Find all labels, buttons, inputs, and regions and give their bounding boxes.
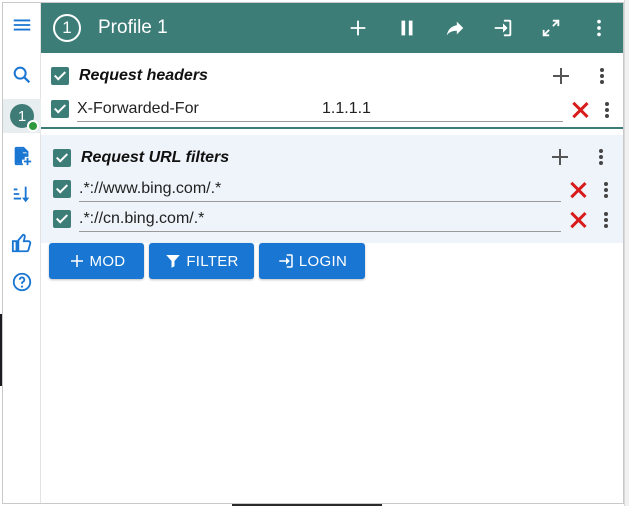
header-row[interactable]: X-Forwarded-For 1.1.1.1 xyxy=(77,98,563,122)
filter-row-checkbox[interactable] xyxy=(53,210,71,228)
help-icon[interactable] xyxy=(8,268,36,296)
filter-row[interactable]: .*://www.bing.com/.* xyxy=(79,178,561,202)
header-value-input[interactable]: 1.1.1.1 xyxy=(322,98,371,120)
profile-selector[interactable]: 1 xyxy=(3,99,41,133)
add-filter-button[interactable]: FILTER xyxy=(149,243,254,279)
delete-filter-close-icon[interactable] xyxy=(569,181,587,199)
add-mod-button[interactable]: MOD xyxy=(49,243,144,279)
filter-url-input[interactable]: .*://cn.bing.com/.* xyxy=(79,208,204,230)
request-headers-checkbox[interactable] xyxy=(51,67,69,85)
request-headers-title: Request headers xyxy=(79,67,208,84)
profile-icon: 1 xyxy=(10,104,39,132)
add-login-label: LOGIN xyxy=(298,252,348,270)
background-scroll-edge xyxy=(624,0,629,506)
add-login-button[interactable]: LOGIN xyxy=(259,243,365,279)
filter-row-checkbox[interactable] xyxy=(53,180,71,198)
request-headers-more-icon[interactable] xyxy=(597,66,607,86)
plus-icon[interactable] xyxy=(346,16,370,40)
login-icon xyxy=(279,254,293,268)
fullscreen-icon[interactable] xyxy=(539,16,563,40)
login-icon[interactable] xyxy=(491,16,515,40)
header-name-input[interactable]: X-Forwarded-For xyxy=(77,98,199,120)
profile-number: 1 xyxy=(17,107,27,125)
thumbs-up-icon[interactable] xyxy=(8,229,36,257)
delete-header-close-icon[interactable] xyxy=(571,101,589,119)
url-filters-title: Request URL filters xyxy=(81,149,230,166)
filter-icon xyxy=(166,255,181,268)
filter-row[interactable]: .*://cn.bing.com/.* xyxy=(79,208,561,232)
request-url-filters-section: Request URL filters .*://www.bing.com/.*… xyxy=(41,135,623,243)
share-icon[interactable] xyxy=(443,16,467,40)
nav-rail: 1 xyxy=(3,3,41,503)
url-filters-checkbox[interactable] xyxy=(53,149,71,167)
search-icon[interactable] xyxy=(8,61,36,89)
add-file-icon[interactable] xyxy=(8,142,36,170)
url-filters-more-icon[interactable] xyxy=(596,147,606,167)
sort-icon[interactable] xyxy=(8,180,36,208)
header-row-checkbox[interactable] xyxy=(51,100,69,118)
filter-url-input[interactable]: .*://www.bing.com/.* xyxy=(79,178,221,200)
plus-icon xyxy=(70,255,83,267)
profile-number-badge: 1 xyxy=(53,14,81,42)
add-filter-plus-icon[interactable] xyxy=(550,147,570,167)
profile-header: 1 Profile 1 xyxy=(41,3,623,53)
filter-row-more-icon[interactable] xyxy=(601,210,611,230)
add-filter-label: FILTER xyxy=(186,252,239,270)
menu-icon[interactable] xyxy=(8,11,36,39)
request-headers-section: Request headers X-Forwarded-For 1.1.1.1 xyxy=(41,53,623,129)
header-row-more-icon[interactable] xyxy=(602,100,612,120)
delete-filter-close-icon[interactable] xyxy=(569,211,587,229)
more-vert-icon[interactable] xyxy=(587,16,611,40)
profile-content: Request headers X-Forwarded-For 1.1.1.1 … xyxy=(41,53,623,243)
active-status-icon xyxy=(27,120,39,132)
add-mod-label: MOD xyxy=(89,252,126,270)
extension-popup: 1 1 Profile 1 Request headers X-Forwarde… xyxy=(2,2,624,504)
pause-icon[interactable] xyxy=(395,16,419,40)
add-header-plus-icon[interactable] xyxy=(551,66,571,86)
filter-row-more-icon[interactable] xyxy=(601,180,611,200)
profile-title[interactable]: Profile 1 xyxy=(98,17,168,39)
